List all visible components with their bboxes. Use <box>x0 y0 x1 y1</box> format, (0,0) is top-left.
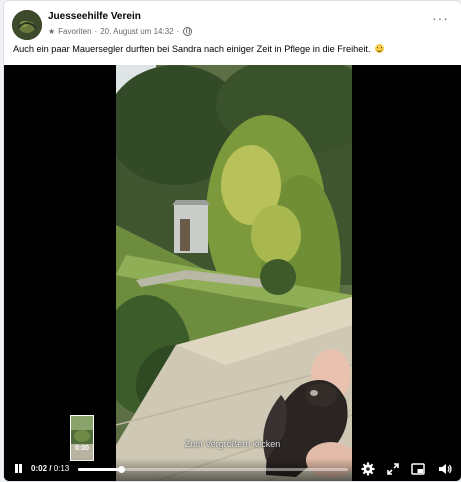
post-timestamp[interactable]: 20. August um 14:32 <box>100 27 173 36</box>
current-time: 0:02 <box>31 464 48 473</box>
post-body: Auch ein paar Mauersegler durften bei Sa… <box>13 44 371 54</box>
meta-separator: · <box>94 27 98 36</box>
post-header: Juesseehilfe Verein ★ Favoriten · 20. Au… <box>4 1 461 41</box>
more-options-button[interactable]: ··· <box>432 11 449 25</box>
page-name[interactable]: Juesseehilfe Verein <box>48 11 141 22</box>
thumbnail-time: 0:00 <box>74 445 89 452</box>
volume-icon[interactable] <box>438 462 452 476</box>
progress-fill <box>78 468 122 471</box>
video-player[interactable]: Zum Vergrößern klicken 0:00 0:02 / 0:13 <box>4 65 461 481</box>
smiling-face-icon <box>375 44 385 53</box>
pip-icon[interactable] <box>411 462 425 476</box>
progress-handle[interactable] <box>118 466 126 473</box>
total-time: 0:13 <box>53 464 70 473</box>
time-display: 0:02 / 0:13 <box>31 464 69 473</box>
post-text: Auch ein paar Mauersegler durften bei Sa… <box>13 44 385 54</box>
meta-separator-2: · <box>176 27 180 36</box>
globe-icon <box>183 27 193 36</box>
expand-icon[interactable] <box>386 462 400 476</box>
thumbnail-image <box>71 416 93 460</box>
video-controls: 0:02 / 0:13 <box>4 458 461 481</box>
page-avatar[interactable] <box>12 10 42 40</box>
video-frame[interactable] <box>116 65 352 481</box>
time-separator: / <box>47 464 54 473</box>
progress-bar[interactable] <box>78 466 348 473</box>
scrub-preview-thumbnail <box>70 415 94 461</box>
star-icon: ★ <box>48 27 56 36</box>
avatar-image <box>12 10 42 40</box>
favorites-label[interactable]: Favoriten <box>58 27 91 36</box>
post-meta: ★ Favoriten · 20. August um 14:32 · <box>48 27 193 36</box>
post-card: Juesseehilfe Verein ★ Favoriten · 20. Au… <box>3 0 461 482</box>
pause-icon[interactable] <box>14 464 22 473</box>
settings-icon[interactable] <box>361 462 375 476</box>
